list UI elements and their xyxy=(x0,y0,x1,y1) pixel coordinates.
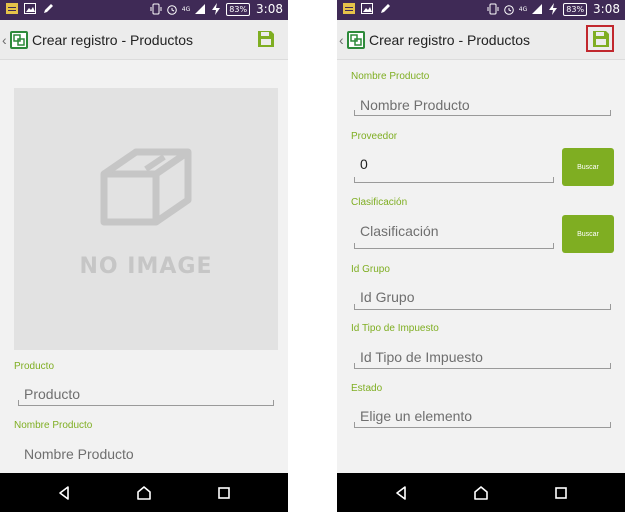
notes-icon xyxy=(6,3,18,14)
signal-icon xyxy=(532,4,543,14)
system-status: 4G 83% 3:08 xyxy=(150,2,283,16)
pen-icon xyxy=(44,4,53,13)
nav-home-icon[interactable] xyxy=(472,484,490,502)
notes-icon xyxy=(343,3,355,14)
notification-icons xyxy=(6,3,54,14)
buscar-clasificacion-button[interactable]: Buscar xyxy=(562,215,614,253)
input-underline xyxy=(354,177,554,183)
app-icon[interactable] xyxy=(10,31,28,49)
input-underline xyxy=(354,243,554,249)
status-bar: 4G 83% 3:08 xyxy=(0,0,288,20)
field-label-nombre-producto: Nombre Producto xyxy=(351,71,430,82)
charging-icon xyxy=(212,3,221,15)
no-image-label: NO IMAGE xyxy=(79,254,213,279)
battery-level: 83% xyxy=(563,2,588,16)
signal-icon xyxy=(195,4,206,14)
field-label-id-tipo-impuesto: Id Tipo de Impuesto xyxy=(351,323,439,334)
input-underline xyxy=(354,304,611,310)
status-bar: 4G 83% 3:08 xyxy=(337,0,625,20)
action-bar: ‹ Crear registro - Productos xyxy=(337,20,625,60)
back-arrow-icon[interactable]: ‹ xyxy=(339,31,344,49)
network-type: 4G xyxy=(181,5,191,13)
input-underline xyxy=(354,422,611,428)
system-status: 4G 83% 3:08 xyxy=(487,2,620,16)
nav-home-icon[interactable] xyxy=(135,484,153,502)
field-label-proveedor: Proveedor xyxy=(351,131,398,142)
page-title: Crear registro - Productos xyxy=(369,32,531,48)
nav-recents-icon[interactable] xyxy=(215,484,233,502)
action-bar: ‹ Crear registro - Productos xyxy=(0,20,288,60)
save-icon[interactable] xyxy=(257,30,275,48)
image-placeholder[interactable]: NO IMAGE xyxy=(14,88,278,350)
image-icon xyxy=(24,3,36,14)
vibrate-icon xyxy=(487,3,499,15)
alarm-icon xyxy=(503,5,514,15)
app-icon[interactable] xyxy=(347,31,365,49)
back-arrow-icon[interactable]: ‹ xyxy=(2,31,7,49)
input-underline xyxy=(354,363,611,369)
input-id-grupo[interactable]: Id Grupo xyxy=(360,289,414,305)
input-underline xyxy=(18,400,274,406)
clock: 3:08 xyxy=(593,2,620,16)
image-icon xyxy=(361,3,373,14)
alarm-icon xyxy=(166,5,177,15)
save-icon[interactable] xyxy=(592,30,610,48)
field-label-clasificacion: Clasificación xyxy=(351,197,408,208)
network-type: 4G xyxy=(518,5,528,13)
page-title: Crear registro - Productos xyxy=(32,32,194,48)
nav-back-icon[interactable] xyxy=(55,484,73,502)
input-proveedor[interactable]: 0 xyxy=(360,156,368,172)
input-clasificacion[interactable]: Clasificación xyxy=(360,223,439,239)
field-label-producto: Producto xyxy=(14,361,55,372)
field-label-id-grupo: Id Grupo xyxy=(351,264,390,275)
clock: 3:08 xyxy=(256,2,283,16)
input-nombre-producto[interactable]: Nombre Producto xyxy=(24,446,134,462)
charging-icon xyxy=(549,3,558,15)
battery-level: 83% xyxy=(226,2,251,16)
pen-icon xyxy=(381,4,390,13)
field-label-estado: Estado xyxy=(351,383,383,394)
nav-recents-icon[interactable] xyxy=(552,484,570,502)
notification-icons xyxy=(343,3,391,14)
input-underline xyxy=(354,110,611,116)
vibrate-icon xyxy=(150,3,162,15)
navigation-bar xyxy=(337,473,625,512)
right-screen: 4G 83% 3:08 ‹ Crear registro - Productos… xyxy=(337,0,625,512)
buscar-proveedor-button[interactable]: Buscar xyxy=(562,148,614,186)
navigation-bar xyxy=(0,473,288,512)
nav-back-icon[interactable] xyxy=(392,484,410,502)
left-screen: 4G 83% 3:08 ‹ Crear registro - Productos… xyxy=(0,0,288,512)
field-label-nombre-producto: Nombre Producto xyxy=(14,420,93,431)
box-icon xyxy=(100,148,192,226)
